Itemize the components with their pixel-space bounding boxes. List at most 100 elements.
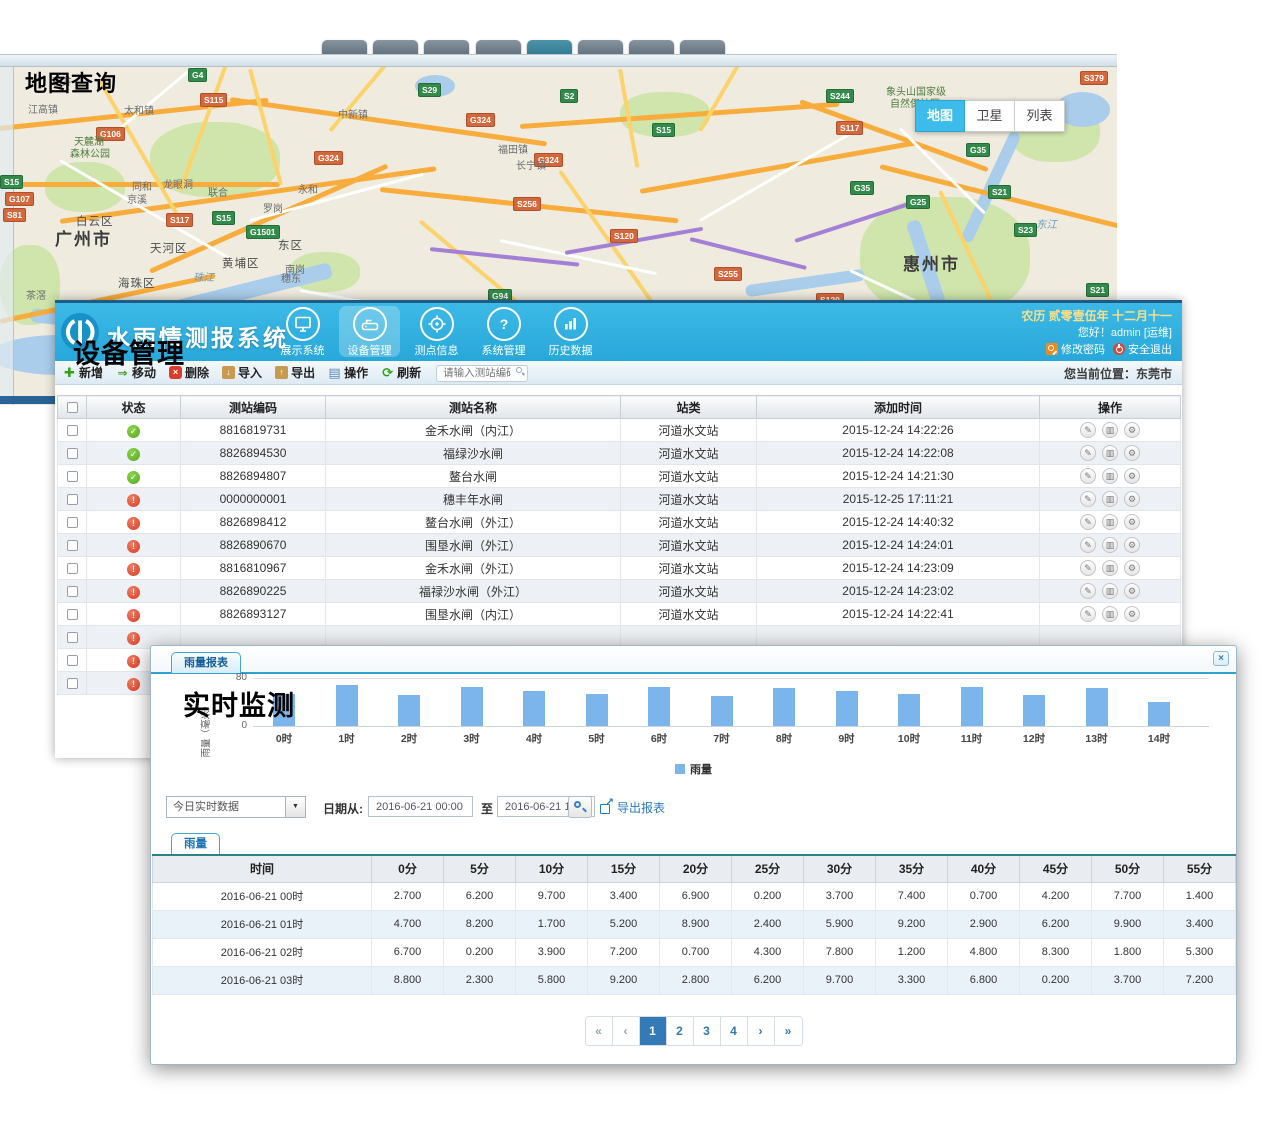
pagination-group: «‹1234›»	[585, 1016, 803, 1046]
edit-icon[interactable]: ✎	[1080, 514, 1096, 530]
edit-icon[interactable]: ✎	[1080, 583, 1096, 599]
close-icon[interactable]: ×	[1213, 651, 1229, 666]
nav-item-target[interactable]: 测点信息	[403, 303, 470, 359]
last-page-button[interactable]: »	[775, 1017, 802, 1045]
nav-item-question[interactable]: ?系统管理	[470, 303, 537, 359]
map-view-button-map[interactable]: 地图	[915, 100, 965, 132]
value-cell: 3.700	[804, 882, 876, 910]
first-page-button[interactable]: «	[586, 1017, 613, 1045]
time-column-header: 时间	[153, 855, 372, 882]
value-cell: 6.800	[948, 966, 1020, 994]
station-code-search-input[interactable]	[436, 365, 528, 382]
settings-icon[interactable]: ⚙	[1124, 560, 1140, 576]
export-report-link[interactable]: 导出报表	[600, 799, 665, 816]
logout-link[interactable]: 安全退出	[1128, 344, 1172, 356]
prev-page-button[interactable]: ‹	[613, 1017, 640, 1045]
map-view-button-satellite[interactable]: 卫星	[965, 100, 1015, 132]
row-select-cell	[58, 465, 87, 488]
cell-added: 2015-12-24 14:22:26	[757, 419, 1040, 442]
edit-icon[interactable]: ✎	[1080, 560, 1096, 576]
bar-8时	[773, 688, 795, 726]
value-cell: 2.900	[948, 910, 1020, 938]
settings-icon[interactable]: ⚙	[1124, 468, 1140, 484]
select-all-checkbox[interactable]	[67, 402, 78, 413]
date-to-label: 至	[481, 800, 493, 817]
toolbar-button-op[interactable]: ▤操作	[328, 364, 368, 381]
chart-legend[interactable]: 雨量	[151, 761, 1236, 777]
edit-icon[interactable]: ✎	[1080, 606, 1096, 622]
edit-icon[interactable]: ✎	[1080, 491, 1096, 507]
settings-icon[interactable]: ⚙	[1124, 445, 1140, 461]
delete-icon[interactable]: ▥	[1102, 445, 1118, 461]
nav-item-device[interactable]: 设备管理	[336, 303, 403, 359]
row-checkbox[interactable]	[67, 632, 78, 643]
page-2-button[interactable]: 2	[667, 1017, 694, 1045]
export-icon	[600, 801, 613, 814]
cell-type: 河道水文站	[621, 534, 757, 557]
cell-added: 2015-12-24 14:24:01	[757, 534, 1040, 557]
x-axis-line	[253, 726, 1209, 727]
nav-item-chart[interactable]: 历史数据	[537, 303, 604, 359]
row-checkbox[interactable]	[67, 517, 78, 528]
delete-icon[interactable]: ▥	[1102, 468, 1118, 484]
road-line	[690, 237, 807, 270]
edit-icon[interactable]: ✎	[1080, 422, 1096, 438]
cell-name: 福禄沙水闸（外江）	[326, 580, 621, 603]
value-cell: 0.700	[948, 882, 1020, 910]
row-checkbox[interactable]	[67, 678, 78, 689]
row-checkbox[interactable]	[67, 448, 78, 459]
delete-icon[interactable]: ▥	[1102, 491, 1118, 507]
settings-icon[interactable]: ⚙	[1124, 537, 1140, 553]
x-axis-label: 13时	[1069, 731, 1125, 746]
date-from-input[interactable]	[368, 796, 473, 817]
cell-name: 福绿沙水闸	[326, 442, 621, 465]
delete-icon[interactable]: ▥	[1102, 583, 1118, 599]
next-page-button[interactable]: ›	[748, 1017, 775, 1045]
cell-added: 2015-12-24 14:40:32	[757, 511, 1040, 534]
change-password-link[interactable]: 修改密码	[1061, 344, 1105, 356]
row-select-cell	[58, 488, 87, 511]
edit-icon[interactable]: ✎	[1080, 445, 1096, 461]
page-3-button[interactable]: 3	[694, 1017, 721, 1045]
delete-icon[interactable]: ▥	[1102, 560, 1118, 576]
page-4-button[interactable]: 4	[721, 1017, 748, 1045]
status-cell: !	[87, 603, 181, 626]
row-select-cell	[58, 672, 87, 695]
settings-icon[interactable]: ⚙	[1124, 606, 1140, 622]
row-checkbox[interactable]	[67, 540, 78, 551]
row-checkbox[interactable]	[67, 609, 78, 620]
search-button[interactable]	[568, 796, 592, 818]
toolbar-button-ref[interactable]: ⟳刷新	[381, 364, 421, 381]
edit-icon[interactable]: ✎	[1080, 468, 1096, 484]
settings-icon[interactable]: ⚙	[1124, 491, 1140, 507]
row-checkbox[interactable]	[67, 655, 78, 666]
nav-item-monitor[interactable]: 展示系统	[269, 303, 336, 359]
settings-icon[interactable]: ⚙	[1124, 583, 1140, 599]
delete-icon[interactable]: ▥	[1102, 514, 1118, 530]
page-1-button[interactable]: 1	[640, 1017, 667, 1045]
toolbar-button-imp[interactable]: ↓导入	[222, 364, 262, 381]
tab-rainfall[interactable]: 雨量	[171, 833, 220, 854]
value-cell: 3.700	[1092, 966, 1164, 994]
row-checkbox[interactable]	[67, 494, 78, 505]
nav-item-label: 测点信息	[403, 342, 470, 358]
pagination: «‹1234›»	[151, 1016, 1236, 1046]
delete-icon[interactable]: ▥	[1102, 606, 1118, 622]
edit-icon[interactable]: ✎	[1080, 537, 1096, 553]
row-checkbox[interactable]	[67, 586, 78, 597]
row-checkbox[interactable]	[67, 563, 78, 574]
delete-icon[interactable]: ▥	[1102, 422, 1118, 438]
tab-rainfall-report[interactable]: 雨量报表	[171, 652, 241, 673]
toolbar-button-exp2[interactable]: ↑导出	[275, 364, 315, 381]
settings-icon[interactable]: ⚙	[1124, 514, 1140, 530]
map-view-button-list[interactable]: 列表	[1015, 100, 1065, 132]
settings-icon[interactable]: ⚙	[1124, 422, 1140, 438]
bar-6时	[648, 687, 670, 726]
delete-icon[interactable]: ▥	[1102, 537, 1118, 553]
road-shield: S15	[652, 123, 675, 137]
row-checkbox[interactable]	[67, 471, 78, 482]
imp-icon: ↓	[222, 366, 235, 379]
park-area	[45, 162, 125, 212]
data-mode-dropdown[interactable]: 今日实时数据 ▼	[166, 796, 306, 818]
row-checkbox[interactable]	[67, 425, 78, 436]
